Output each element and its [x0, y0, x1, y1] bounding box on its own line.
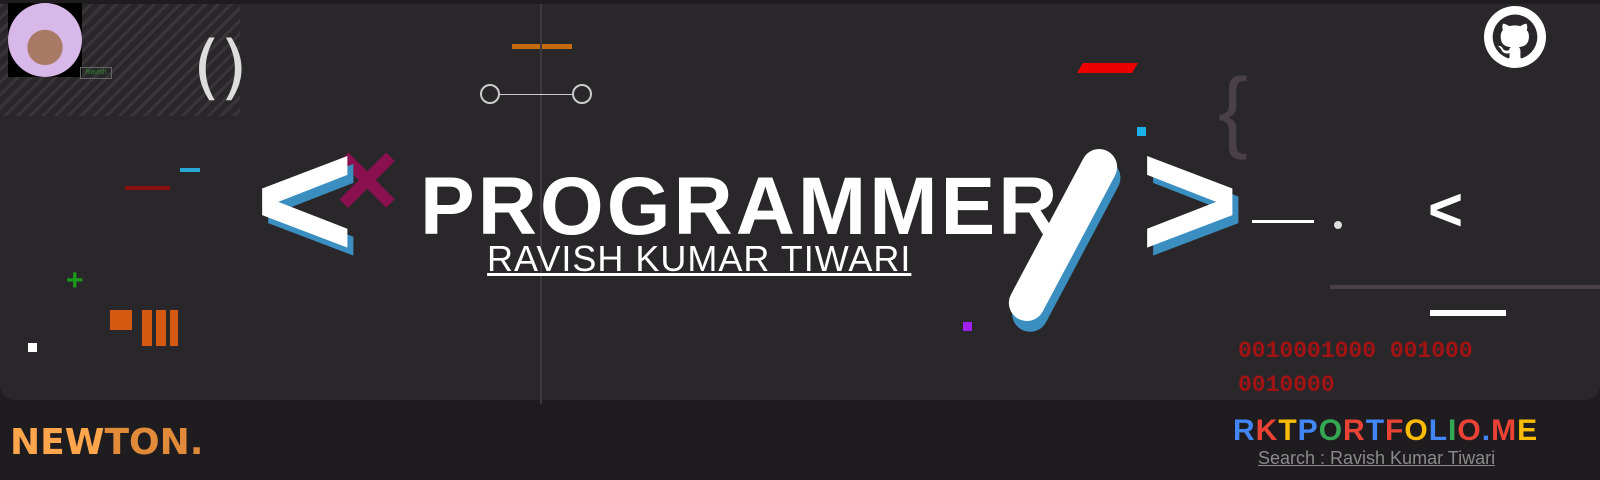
purple-square — [963, 322, 972, 331]
orange-blocks — [142, 310, 178, 346]
site-letter: I — [1448, 414, 1458, 447]
site-letter: F — [1385, 414, 1405, 447]
site-letter: T — [1365, 414, 1386, 447]
white-bar — [1430, 310, 1506, 316]
site-letter: R — [1233, 414, 1256, 447]
orange-block — [110, 310, 132, 330]
portfolio-site-link[interactable]: RKTPORTFOLIO.ME — [1233, 414, 1538, 448]
blue-line — [180, 168, 200, 172]
logo-ton: TON. — [104, 422, 204, 463]
circle-node — [572, 84, 592, 104]
site-letter: O — [1318, 414, 1344, 447]
binary-line: 0010000 — [1238, 372, 1335, 398]
plus-icon: + — [66, 264, 84, 297]
left-arrow-icon: < — [1428, 176, 1464, 243]
avatar — [8, 3, 82, 77]
node-line — [500, 94, 572, 95]
newton-logo: NEWTON. — [10, 422, 203, 463]
red-bar — [1077, 63, 1138, 73]
subtitle: RAVISH KUMAR TIWARI — [487, 238, 912, 279]
logo-new: NEW — [10, 422, 105, 463]
white-square — [28, 343, 37, 352]
binary-text: 0010001000 001000 0010000 — [1238, 334, 1473, 402]
site-letter: K — [1255, 414, 1279, 447]
site-letter: L — [1428, 414, 1449, 447]
red-line — [125, 186, 170, 190]
site-letter: O — [1457, 414, 1482, 447]
orange-line — [512, 44, 572, 49]
dot — [1334, 221, 1342, 229]
site-letter: M — [1491, 414, 1518, 447]
brackets-decoration: () — [193, 26, 248, 108]
close-chevron: > — [1140, 105, 1240, 295]
avatar-tag: Ravish — [80, 67, 112, 79]
search-hint[interactable]: Search : Ravish Kumar Tiwari — [1258, 448, 1495, 469]
open-chevron: < — [255, 105, 355, 295]
white-line — [1252, 220, 1314, 223]
site-letter: O — [1404, 414, 1429, 447]
site-letter: P — [1297, 414, 1319, 447]
site-letter: E — [1517, 414, 1539, 447]
site-letter: . — [1481, 414, 1492, 447]
github-icon[interactable] — [1484, 6, 1546, 68]
binary-line: 0010001000 001000 — [1238, 338, 1473, 364]
circle-node — [480, 84, 500, 104]
grey-line — [1330, 285, 1600, 289]
site-letter: R — [1343, 414, 1366, 447]
site-letter: T — [1278, 414, 1298, 447]
